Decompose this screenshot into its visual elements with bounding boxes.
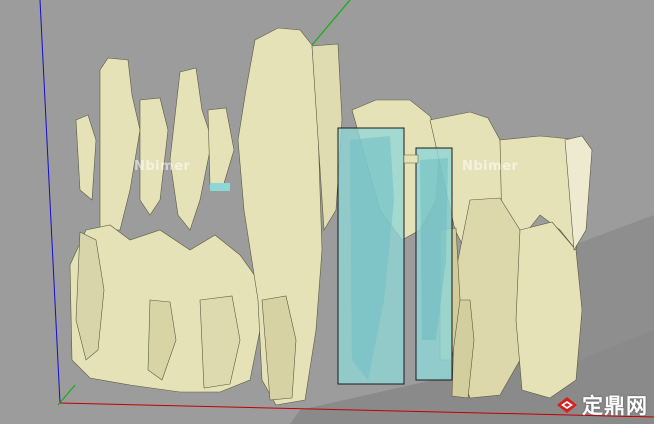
- rockery-model[interactable]: [69, 27, 593, 406]
- green-axis: [311, 0, 351, 46]
- 3d-viewport[interactable]: Nbimer Nbimer 定鼎网: [0, 0, 654, 424]
- site-logo: 定鼎网: [556, 390, 648, 420]
- blue-axis: [39, 0, 61, 404]
- diamond-logo-icon: [556, 396, 578, 414]
- watermark-left: Nbimer: [134, 159, 191, 174]
- green-axis-lower: [57, 384, 76, 406]
- watermark-right: Nbimer: [462, 159, 519, 174]
- logo-text: 定鼎网: [582, 394, 648, 418]
- glass-beam: [403, 154, 419, 164]
- model-canvas[interactable]: [0, 0, 654, 424]
- glass-sliver: [210, 183, 230, 191]
